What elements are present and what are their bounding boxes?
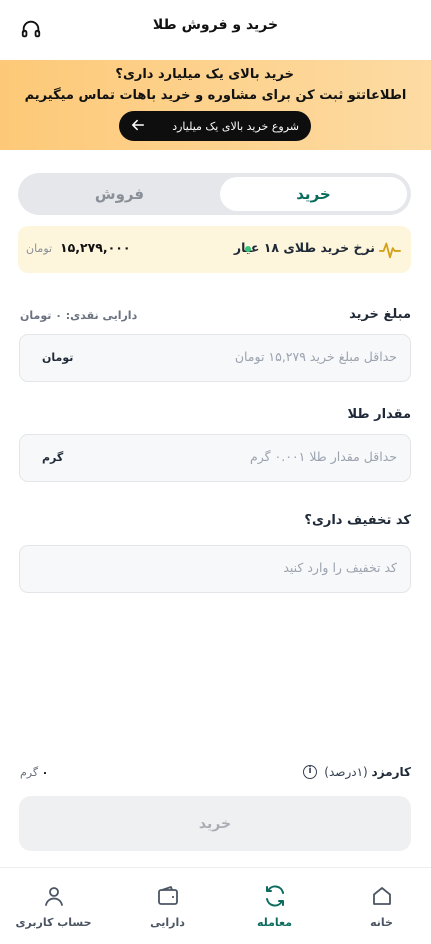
fee-label: کارمزد (۱درصد) xyxy=(324,765,411,779)
swap-icon xyxy=(266,885,284,907)
home-icon xyxy=(373,887,391,905)
nav-item-home[interactable]: خانه xyxy=(328,868,431,944)
banner-headline: خرید بالای یک میلیارد داری؟ xyxy=(115,67,294,82)
buy-submit-button[interactable]: خرید xyxy=(19,796,411,851)
fee-value: ۰ گرم xyxy=(20,766,49,779)
amount-title: مبلغ خرید xyxy=(349,307,411,322)
gold-placeholder: حداقل مقدار طلا ۰.۰۰۱ گرم xyxy=(249,449,397,464)
nav-label-account: حساب کاربری xyxy=(15,916,92,929)
nav-label-trade: معامله xyxy=(256,916,293,929)
amount-placeholder: حداقل مبلغ خرید ۱۵,۲۷۹ تومان xyxy=(234,349,397,364)
tab-buy[interactable]: خرید xyxy=(220,177,407,211)
page-title: خرید و فروش طلا xyxy=(152,17,279,33)
arrow-left-icon xyxy=(131,118,145,135)
app-header: خرید و فروش طلا xyxy=(0,0,431,60)
price-label: نرخ خرید طلای ۱۸ عیار xyxy=(234,240,375,255)
info-icon[interactable]: i xyxy=(303,765,317,779)
gold-weight-field[interactable]: حداقل مقدار طلا ۰.۰۰۱ گرم گرم xyxy=(19,434,411,482)
cta-label: شروع خرید بالای یک میلیارد xyxy=(172,119,299,133)
user-icon xyxy=(45,887,63,906)
tab-sell[interactable]: فروش xyxy=(22,177,217,211)
pulse-icon xyxy=(379,239,401,261)
cash-balance: دارایی نقدی: ۰ تومان xyxy=(20,309,138,322)
bottom-nav: خانه معامله دارایی حساب کاربری xyxy=(0,867,431,943)
nav-item-account[interactable]: حساب کاربری xyxy=(0,868,107,944)
banner-subtext: اطلاعاتتو ثبت کن برای مشاوره و خرید باها… xyxy=(24,88,407,103)
gold-price-card: نرخ خرید طلای ۱۸ عیار ۱۵,۲۷۹,۰۰۰ تومان xyxy=(18,226,411,273)
discount-code-field[interactable]: کد تخفیف را وارد کنید xyxy=(19,545,411,593)
nav-item-trade[interactable]: معامله xyxy=(221,868,328,944)
discount-placeholder: کد تخفیف را وارد کنید xyxy=(283,560,397,575)
amount-field[interactable]: حداقل مبلغ خرید ۱۵,۲۷۹ تومان تومان xyxy=(19,334,411,382)
price-unit: تومان xyxy=(26,242,53,255)
amount-unit: تومان xyxy=(42,351,74,364)
nav-label-home: خانه xyxy=(370,916,393,929)
nav-label-assets: دارایی xyxy=(150,916,185,929)
price-value: ۱۵,۲۷۹,۰۰۰ xyxy=(60,240,131,255)
gold-unit: گرم xyxy=(42,451,64,464)
gold-title: مقدار طلا xyxy=(347,407,412,422)
nav-item-assets[interactable]: دارایی xyxy=(114,868,221,944)
buy-sell-toggle: خرید فروش xyxy=(18,173,411,215)
discount-title: کد تخفیف داری؟ xyxy=(304,513,411,528)
headphones-icon[interactable] xyxy=(20,18,42,40)
wallet-icon xyxy=(158,886,178,905)
live-indicator xyxy=(245,246,251,252)
large-purchase-button[interactable]: شروع خرید بالای یک میلیارد xyxy=(119,111,311,141)
promo-banner: خرید بالای یک میلیارد داری؟ اطلاعاتتو ثب… xyxy=(0,60,431,150)
